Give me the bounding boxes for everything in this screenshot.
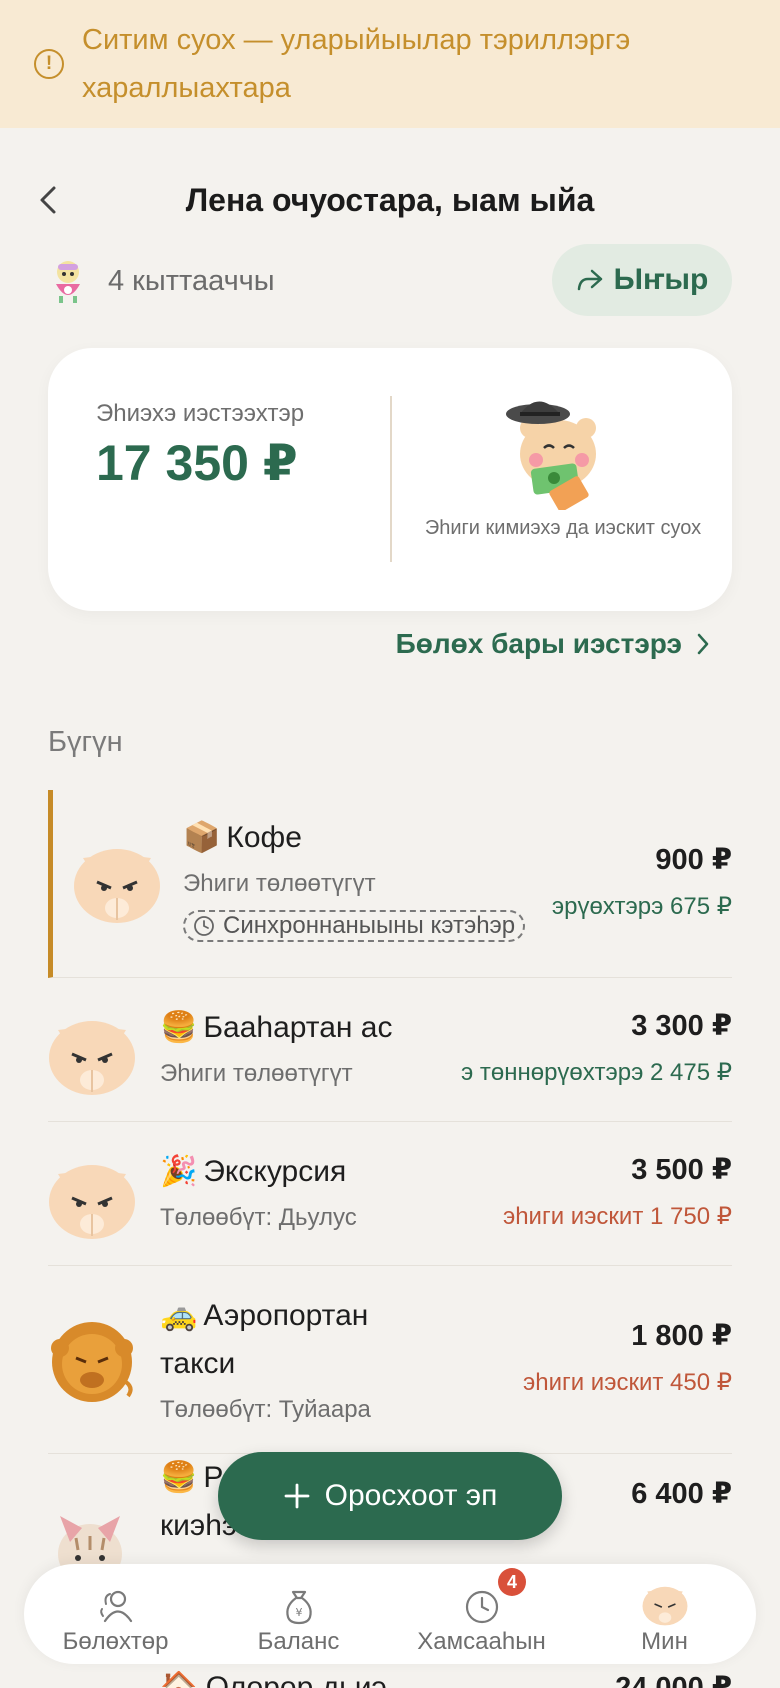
expense-name: 📦 Кофе <box>183 814 525 862</box>
expense-name: 🍔 Бааһартан ас <box>160 1004 393 1052</box>
page-title: Лена очуостара, ыам ыйа <box>185 181 595 218</box>
expense-amount: 1 800 ₽ <box>631 1320 732 1352</box>
group-mascot-icon <box>56 261 80 303</box>
expense-title: Бааһартан ас <box>203 1011 393 1044</box>
expense-amount: 6 400 ₽ <box>631 1478 732 1510</box>
expense-category-icon: 📦 <box>183 821 221 854</box>
share-arrow-icon <box>577 269 602 291</box>
plus-icon <box>284 1483 310 1509</box>
expense-row[interactable]: 🎉 Экскурсия Төлөөбүт: Дьулус 3 500 ₽ эһиг… <box>48 1122 732 1266</box>
owed-to-you-label: Эһиэхэ иэстээхтэр <box>96 400 305 427</box>
expense-title-line-2: такси <box>160 1347 236 1380</box>
nav-activity[interactable]: 4 Хамсааһын <box>390 1564 573 1664</box>
expense-category-icon: 🍔 <box>160 1461 198 1494</box>
owed-to-you-amount: 17 350 ₽ <box>96 435 298 491</box>
pending-sync-badge: Синхроннаныыны кэтэһэр <box>183 910 526 942</box>
add-expense-button[interactable]: Оросхоот эп <box>218 1452 562 1540</box>
all-debts-link[interactable]: Бөлөх бары иэстэрэ <box>396 628 710 660</box>
money-bag-icon: ¥ <box>285 1590 312 1625</box>
balance-card: Эһиэхэ иэстээхтэр 17 350 ₽ Эһиги кимиэхэ… <box>48 348 732 611</box>
expense-share: эһиги иэскит 1 750 ₽ <box>502 1203 732 1230</box>
expense-category-icon: 🏠 <box>160 1671 198 1688</box>
nav-balance-label: Баланс <box>257 1628 340 1655</box>
expense-share: э төннөрүөхтэрэ 2 475 ₽ <box>460 1059 732 1086</box>
expense-title: Аэропортан <box>203 1299 369 1332</box>
invite-button-label: Ыҥыр <box>613 263 709 296</box>
members-count: 4 кыттааччы <box>108 264 275 297</box>
expense-payer: Төлөөбүт: Дьулус <box>160 1204 357 1231</box>
expense-payer: Төлөөбүт: Туйаара <box>160 1396 371 1423</box>
people-icon <box>99 1590 132 1623</box>
bottom-navigation: Бөлөхтөр ¥ Баланс 4 Хамсааһын Мин <box>24 1564 756 1664</box>
svg-text:¥: ¥ <box>295 1606 302 1619</box>
activity-count-badge: 4 <box>498 1568 526 1596</box>
all-debts-label: Бөлөх бары иэстэрэ <box>395 628 682 659</box>
bear-with-money-icon <box>506 401 596 510</box>
expense-category-icon: 🎉 <box>160 1155 198 1188</box>
lion-avatar-icon <box>51 1322 133 1402</box>
chevron-right-icon <box>697 633 709 655</box>
clock-icon <box>465 1590 498 1624</box>
expense-payer: Эһиги төлөөтүгүт <box>160 1060 353 1087</box>
expense-title: Кофе <box>226 821 302 854</box>
expense-share: эһиги иэскит 450 ₽ <box>522 1369 732 1396</box>
offline-banner-text: Ситим суох — уларыйыылар тэриллэргэ хара… <box>82 16 630 112</box>
cat-avatar-icon <box>49 1021 135 1095</box>
no-debt-caption: Эһиги кимиэхэ да иэскит суох <box>424 517 702 539</box>
expense-row[interactable]: 🚕 Аэропортан такси Төлөөбүт: Туйаара 1 80… <box>48 1266 732 1454</box>
members-summary[interactable]: 4 кыттааччы <box>50 258 275 304</box>
nav-groups-label: Бөлөхтөр <box>62 1628 169 1655</box>
nav-activity-label: Хамсааһын <box>417 1628 546 1655</box>
expense-amount: 900 ₽ <box>655 844 732 876</box>
nav-profile-label: Мин <box>641 1628 688 1655</box>
expense-category-icon: 🚕 <box>160 1299 198 1332</box>
warning-icon: ! <box>34 49 64 79</box>
invite-button[interactable]: Ыҥыр <box>552 244 732 316</box>
cat-avatar-icon <box>49 1165 135 1239</box>
expense-share: эрүөхтэрэ 675 ₽ <box>551 893 732 920</box>
expense-row[interactable]: 🍔 Бааһартан ас Эһиги төлөөтүгүт 3 300 ₽ э… <box>48 978 732 1122</box>
expense-amount: 3 300 ₽ <box>631 1010 732 1042</box>
nav-profile[interactable]: Мин <box>573 1564 756 1664</box>
add-expense-label: Оросхоот эп <box>324 1479 498 1512</box>
offline-banner: ! Ситим суох — уларыйыылар тэриллэргэ ха… <box>0 0 780 128</box>
nav-balance[interactable]: ¥ Баланс <box>207 1564 390 1664</box>
nav-groups[interactable]: Бөлөхтөр <box>24 1564 207 1664</box>
expense-title: Олорор дьиэ <box>205 1671 387 1688</box>
clock-icon <box>194 916 214 936</box>
expense-payer: Эһиги төлөөтүгүт <box>183 870 376 897</box>
expense-category-icon: 🍔 <box>160 1011 198 1044</box>
banner-line-2: хараллыахтара <box>82 72 291 104</box>
profile-avatar-icon <box>642 1586 687 1626</box>
expense-row[interactable]: 📦 Кофе Эһиги төлөөтүгүт Синхроннаныыны кэ… <box>48 790 732 978</box>
expense-title: Экскурсия <box>203 1155 347 1188</box>
expense-row-peek: 🏠 Олорор дьиэ 24 000 ₽ <box>48 1664 732 1688</box>
expense-name: 🚕 Аэропортан <box>160 1292 371 1340</box>
expense-name: 🏠 Олорор дьиэ <box>160 1664 387 1688</box>
card-divider <box>390 396 392 562</box>
expense-name: 🎉 Экскурсия <box>160 1148 357 1196</box>
expense-amount: 3 500 ₽ <box>631 1154 732 1186</box>
page-header: Лена очуостара, ыам ыйа <box>0 165 780 235</box>
section-today: Бүгүн <box>48 726 123 758</box>
expense-amount: 24 000 ₽ <box>615 1672 732 1688</box>
banner-line-1: Ситим суох — уларыйыылар тэриллэргэ <box>82 24 631 56</box>
back-chevron-icon[interactable] <box>36 182 60 218</box>
pending-sync-label: Синхроннаныыны кэтэһэр <box>223 912 516 939</box>
cat-avatar-icon <box>74 849 160 923</box>
